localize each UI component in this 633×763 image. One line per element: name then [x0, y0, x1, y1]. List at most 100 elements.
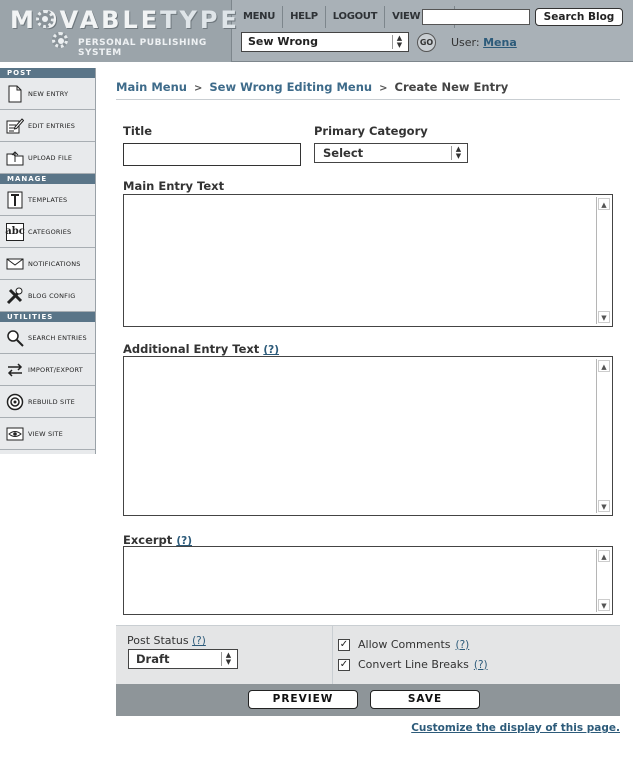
select-arrows-icon: ▲ ▼	[451, 146, 465, 160]
select-arrows-icon: ▲ ▼	[221, 652, 235, 666]
sidebar-item-view-site[interactable]: VIEW SITE	[0, 418, 95, 450]
sidebar-item-new-entry[interactable]: NEW ENTRY	[0, 78, 95, 110]
additional-entry-text-label: Additional Entry Text (?)	[123, 342, 279, 356]
blog-search-input[interactable]	[422, 9, 530, 25]
convert-line-breaks-label: Convert Line Breaks	[358, 658, 469, 671]
sidebar-item-edit-entries[interactable]: EDIT ENTRIES	[0, 110, 95, 142]
sidebar-item-label: TEMPLATES	[28, 195, 68, 204]
templates-icon	[6, 191, 24, 209]
go-button[interactable]: GO	[417, 33, 436, 52]
excerpt-textarea[interactable]: ▲ ▼	[123, 546, 613, 615]
sidebar-heading-post: POST	[0, 68, 95, 78]
sidebar-item-label: NEW ENTRY	[28, 89, 69, 98]
action-bar: PREVIEW SAVE	[116, 684, 620, 716]
breadcrumb-separator: >	[379, 83, 388, 94]
sidebar-item-upload-file[interactable]: UPLOAD FILE	[0, 142, 95, 174]
user-label: User:	[451, 36, 480, 49]
primary-category-select[interactable]: Select ▲ ▼	[314, 143, 468, 163]
rebuild-site-icon	[6, 393, 24, 411]
sidebar-heading-utilities: UTILITIES	[0, 312, 95, 322]
convert-line-breaks-checkbox[interactable]: ✓	[338, 658, 350, 671]
breadcrumb-editing-menu[interactable]: Sew Wrong Editing Menu	[209, 80, 372, 94]
notifications-icon	[6, 255, 24, 273]
allow-comments-row: ✓ Allow Comments (?)	[338, 638, 469, 651]
main-entry-textarea[interactable]: ▲ ▼	[123, 194, 613, 327]
scroll-down-icon[interactable]: ▼	[598, 311, 610, 323]
upload-file-icon	[6, 149, 24, 167]
sidebar-item-label: VIEW SITE	[28, 429, 63, 438]
sidebar: POST NEW ENTRY EDIT ENTRIES UPLOAD FILE …	[0, 68, 96, 454]
sidebar-item-rebuild-site[interactable]: REBUILD SITE	[0, 386, 95, 418]
panel-divider	[332, 626, 333, 685]
scroll-down-icon[interactable]: ▼	[598, 500, 610, 512]
breadcrumb-main-menu[interactable]: Main Menu	[116, 80, 187, 94]
edit-entries-icon	[6, 117, 24, 135]
nav-logout[interactable]: LOGOUT	[326, 6, 386, 28]
allow-comments-label: Allow Comments	[358, 638, 451, 651]
primary-category-value: Select	[323, 146, 364, 160]
vertical-scrollbar[interactable]: ▲ ▼	[596, 197, 610, 324]
primary-category-label: Primary Category	[314, 124, 428, 138]
new-entry-icon	[6, 85, 24, 103]
sidebar-item-import-export[interactable]: IMPORT/EXPORT	[0, 354, 95, 386]
scroll-up-icon[interactable]: ▲	[598, 550, 610, 562]
convert-line-breaks-row: ✓ Convert Line Breaks (?)	[338, 658, 488, 671]
breadcrumb-current: Create New Entry	[394, 80, 509, 94]
sidebar-item-label: REBUILD SITE	[28, 397, 75, 406]
breadcrumb-separator: >	[193, 83, 203, 94]
sidebar-item-templates[interactable]: TEMPLATES	[0, 184, 95, 216]
customize-display-link[interactable]: Customize the display of this page.	[411, 722, 620, 734]
post-status-value: Draft	[136, 652, 170, 666]
additional-entry-textarea[interactable]: ▲ ▼	[123, 356, 613, 516]
title-label: Title	[123, 124, 153, 138]
sidebar-item-notifications[interactable]: NOTIFICATIONS	[0, 248, 95, 280]
sidebar-item-label: NOTIFICATIONS	[28, 259, 81, 268]
excerpt-label: Excerpt (?)	[123, 533, 192, 547]
excerpt-label-text: Excerpt	[123, 533, 173, 547]
additional-entry-text-label-text: Additional Entry Text	[123, 342, 260, 356]
nav-menu[interactable]: MENU	[236, 6, 284, 28]
movabletype-logo[interactable]: MOVABLETYPE PERSONAL PUBLISHING SYSTEM	[0, 0, 237, 62]
sidebar-item-blog-config[interactable]: BLOG CONFIG	[0, 280, 95, 312]
preview-button[interactable]: PREVIEW	[248, 690, 358, 709]
nav-help[interactable]: HELP	[283, 6, 326, 28]
sidebar-item-label: EDIT ENTRIES	[28, 121, 76, 130]
user-info: User: Mena	[451, 36, 517, 49]
post-status-help-link[interactable]: (?)	[192, 635, 206, 647]
scroll-up-icon[interactable]: ▲	[598, 198, 610, 210]
sidebar-item-label: CATEGORIES	[28, 227, 72, 236]
scroll-up-icon[interactable]: ▲	[598, 360, 610, 372]
logo-subtitle: PERSONAL PUBLISHING SYSTEM	[78, 38, 207, 58]
import-export-icon	[6, 361, 24, 379]
additional-text-help-link[interactable]: (?)	[263, 344, 279, 356]
gear-small-icon	[52, 32, 68, 48]
scroll-down-icon[interactable]: ▼	[598, 599, 610, 611]
sidebar-item-categories[interactable]: abc CATEGORIES	[0, 216, 95, 248]
post-status-select[interactable]: Draft ▲ ▼	[128, 649, 238, 669]
user-name-link[interactable]: Mena	[483, 36, 517, 49]
categories-icon: abc	[5, 222, 25, 241]
main-entry-text-label: Main Entry Text	[123, 179, 225, 193]
save-button[interactable]: SAVE	[370, 690, 480, 709]
post-status-label-text: Post Status	[127, 634, 189, 647]
allow-comments-checkbox[interactable]: ✓	[338, 638, 350, 651]
post-status-label: Post Status (?)	[127, 634, 206, 647]
blog-selector[interactable]: Sew Wrong ▲ ▼	[241, 32, 409, 52]
sidebar-item-search-entries[interactable]: SEARCH ENTRIES	[0, 322, 95, 354]
search-entries-icon	[6, 329, 24, 347]
vertical-scrollbar[interactable]: ▲ ▼	[596, 549, 610, 612]
blog-config-icon	[6, 287, 24, 305]
gear-icon	[36, 10, 54, 28]
sidebar-item-label: BLOG CONFIG	[28, 291, 76, 300]
sidebar-heading-manage: MANAGE	[0, 174, 95, 184]
vertical-scrollbar[interactable]: ▲ ▼	[596, 359, 610, 513]
convert-line-breaks-help-link[interactable]: (?)	[474, 659, 488, 671]
breadcrumb: Main Menu > Sew Wrong Editing Menu > Cre…	[116, 80, 620, 100]
view-site-icon	[6, 425, 24, 443]
post-options-panel: Post Status (?) Draft ▲ ▼ ✓ Allow Comment…	[116, 625, 620, 685]
blog-selector-value: Sew Wrong	[248, 35, 319, 48]
sidebar-item-label: IMPORT/EXPORT	[28, 365, 83, 374]
title-field[interactable]	[123, 143, 301, 166]
search-blog-button[interactable]: Search Blog	[535, 8, 623, 26]
allow-comments-help-link[interactable]: (?)	[456, 639, 470, 651]
